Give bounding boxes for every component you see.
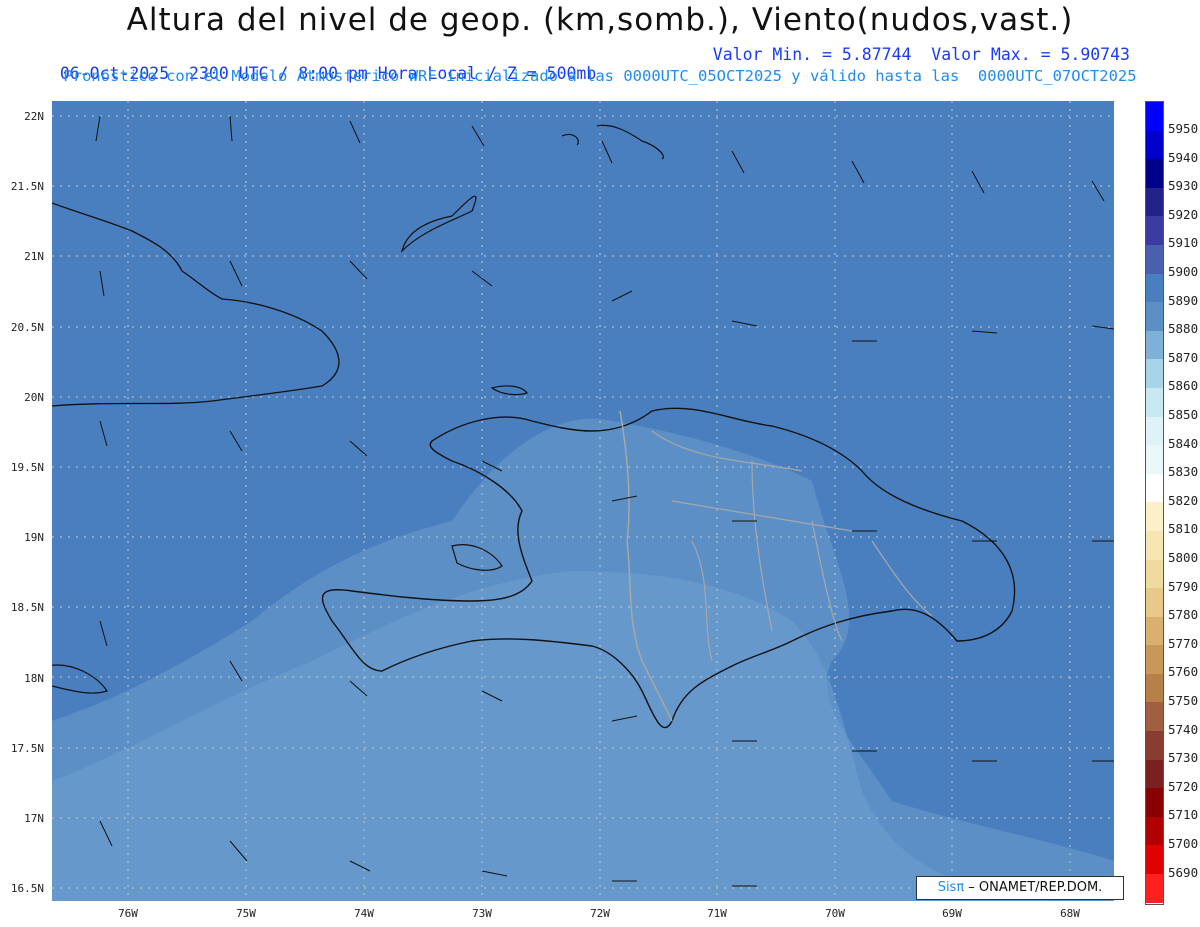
- colorbar-segment: [1146, 845, 1163, 875]
- colorbar-segment: [1146, 874, 1163, 903]
- colorbar-level-label: 5820: [1168, 492, 1199, 508]
- colorbar-segment: [1146, 702, 1163, 732]
- colorbar-level-label: 5950: [1168, 121, 1199, 136]
- colorbar-level-label: 5920: [1168, 206, 1199, 222]
- colorbar-level-label: 5840: [1168, 435, 1199, 451]
- colorbar-level-label: 5910: [1168, 235, 1199, 251]
- colorbar-segment: [1146, 330, 1163, 360]
- colorbar-segment: [1146, 445, 1163, 474]
- colorbar-level-label: 5700: [1168, 836, 1199, 851]
- credit-box: Sisπ – ONAMET/REP.DOM.: [916, 876, 1124, 900]
- lon-label: 76W: [118, 907, 138, 920]
- credit-text: – ONAMET/REP.DOM.: [964, 880, 1103, 895]
- colorbar-level-label: 5850: [1168, 407, 1199, 422]
- colorbar-level-label: 5900: [1168, 264, 1199, 279]
- colorbar-segment: [1146, 302, 1163, 331]
- colorbar-level-label: 5770: [1168, 635, 1199, 651]
- colorbar-level-label: 5830: [1168, 464, 1199, 480]
- colorbar-segment: [1146, 588, 1163, 617]
- colorbar-segment: [1146, 502, 1163, 531]
- colorbar-segment: [1146, 359, 1163, 388]
- map-title: Altura del nivel de geop. (km,somb.), Vi…: [126, 2, 1074, 38]
- colorbar-segment: [1146, 187, 1163, 217]
- lat-label: 18N: [24, 672, 44, 685]
- colorbar-segment: [1146, 759, 1163, 789]
- colorbar-level-label: 5930: [1168, 178, 1199, 194]
- colorbar-level-label: 5690: [1168, 864, 1199, 880]
- lat-label: 17N: [24, 812, 44, 825]
- colorbar-segment: [1146, 244, 1163, 274]
- colorbar-level-label: 5880: [1168, 321, 1199, 337]
- lon-label: 68W: [1060, 907, 1080, 920]
- lat-label: 20.5N: [10, 321, 44, 334]
- colorbar: [1145, 101, 1164, 905]
- lat-label: 22N: [24, 110, 44, 123]
- colorbar-level-label: 5730: [1168, 750, 1199, 766]
- lat-label: 20N: [24, 391, 44, 404]
- model-info: Pronóstico con el Modelo Atmosferico WRF…: [63, 67, 1137, 85]
- colorbar-level-label: 5750: [1168, 693, 1199, 708]
- lon-label: 71W: [707, 907, 727, 920]
- credit-brand: Sisπ: [937, 880, 965, 895]
- colorbar-level-label: 5870: [1168, 349, 1199, 365]
- colorbar-level-label: 5800: [1168, 550, 1199, 565]
- colorbar-segment: [1146, 645, 1163, 674]
- lat-label: 19N: [24, 531, 44, 544]
- colorbar-level-label: 5760: [1168, 664, 1199, 680]
- colorbar-level-label: 5790: [1168, 578, 1199, 594]
- lon-label: 70W: [825, 907, 845, 920]
- colorbar-segment: [1146, 731, 1163, 760]
- lat-label: 16.5N: [10, 882, 44, 895]
- colorbar-segment: [1146, 473, 1163, 503]
- colorbar-segment: [1146, 216, 1163, 245]
- colorbar-segment: [1146, 673, 1163, 703]
- colorbar-level-label: 5710: [1168, 807, 1199, 823]
- lon-label: 73W: [472, 907, 492, 920]
- lat-label: 19.5N: [10, 461, 44, 474]
- lat-label: 17.5N: [10, 742, 44, 755]
- colorbar-segment: [1146, 387, 1163, 417]
- colorbar-level-label: 5860: [1168, 378, 1199, 394]
- colorbar-segment: [1146, 530, 1163, 560]
- geopotential-map: [52, 101, 1114, 901]
- colorbar-level-label: 5810: [1168, 521, 1199, 537]
- colorbar-segment: [1146, 559, 1163, 589]
- colorbar-segment: [1146, 159, 1163, 188]
- lon-label: 75W: [236, 907, 256, 920]
- colorbar-segment: [1146, 416, 1163, 446]
- colorbar-level-label: 5890: [1168, 292, 1199, 308]
- colorbar-segment: [1146, 102, 1163, 131]
- min-max-values: Valor Min. = 5.87744 Valor Max. = 5.9074…: [712, 45, 1130, 64]
- colorbar-level-label: 5720: [1168, 778, 1199, 794]
- lat-label: 21.5N: [10, 180, 44, 193]
- lon-label: 74W: [354, 907, 374, 920]
- colorbar-segment: [1146, 130, 1163, 160]
- lon-label: 72W: [590, 907, 610, 920]
- colorbar-level-label: 5740: [1168, 721, 1199, 737]
- colorbar-segment: [1146, 616, 1163, 646]
- lat-label: 21N: [24, 250, 44, 263]
- colorbar-level-label: 5780: [1168, 607, 1199, 623]
- lat-label: 18.5N: [10, 601, 44, 614]
- colorbar-segment: [1146, 273, 1163, 303]
- lon-label: 69W: [942, 907, 962, 920]
- colorbar-segment: [1146, 788, 1163, 817]
- colorbar-segment: [1146, 816, 1163, 846]
- colorbar-level-label: 5940: [1168, 149, 1199, 165]
